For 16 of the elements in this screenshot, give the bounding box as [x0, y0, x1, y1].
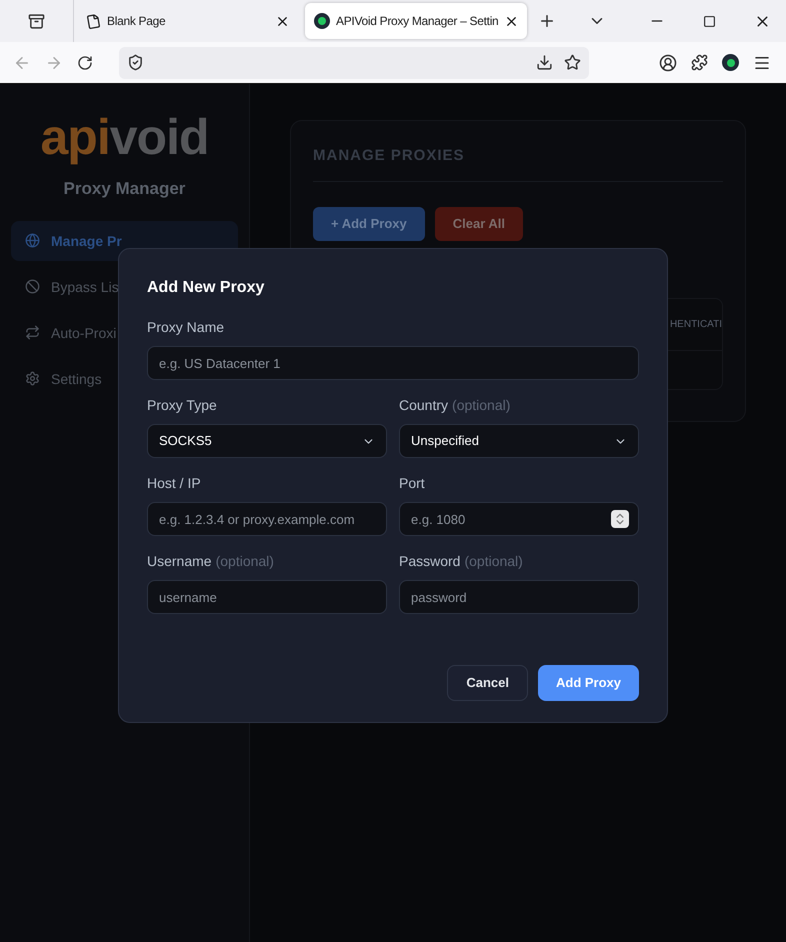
field-label: Proxy Type — [147, 396, 217, 414]
field-label: Country — [399, 396, 448, 414]
dialog-title: Add New Proxy — [147, 278, 266, 298]
field-label: Proxy Name — [147, 318, 224, 336]
column-header: HENTICATI — [670, 318, 722, 332]
field-label: Username — [147, 552, 212, 570]
logo: apivoid — [40, 108, 209, 166]
field-label: Password — [399, 552, 460, 570]
optional-note: (optional) — [464, 552, 523, 570]
tab-title: APIVoid Proxy Manager – Settin — [336, 13, 498, 30]
app-subtitle: Proxy Manager — [64, 178, 186, 200]
optional-note: (optional) — [216, 552, 274, 570]
tab-title: Blank Page — [107, 13, 166, 30]
field-label: Host / IP — [147, 474, 201, 492]
optional-note: (optional) — [452, 396, 510, 414]
field-label: Port — [399, 474, 425, 492]
